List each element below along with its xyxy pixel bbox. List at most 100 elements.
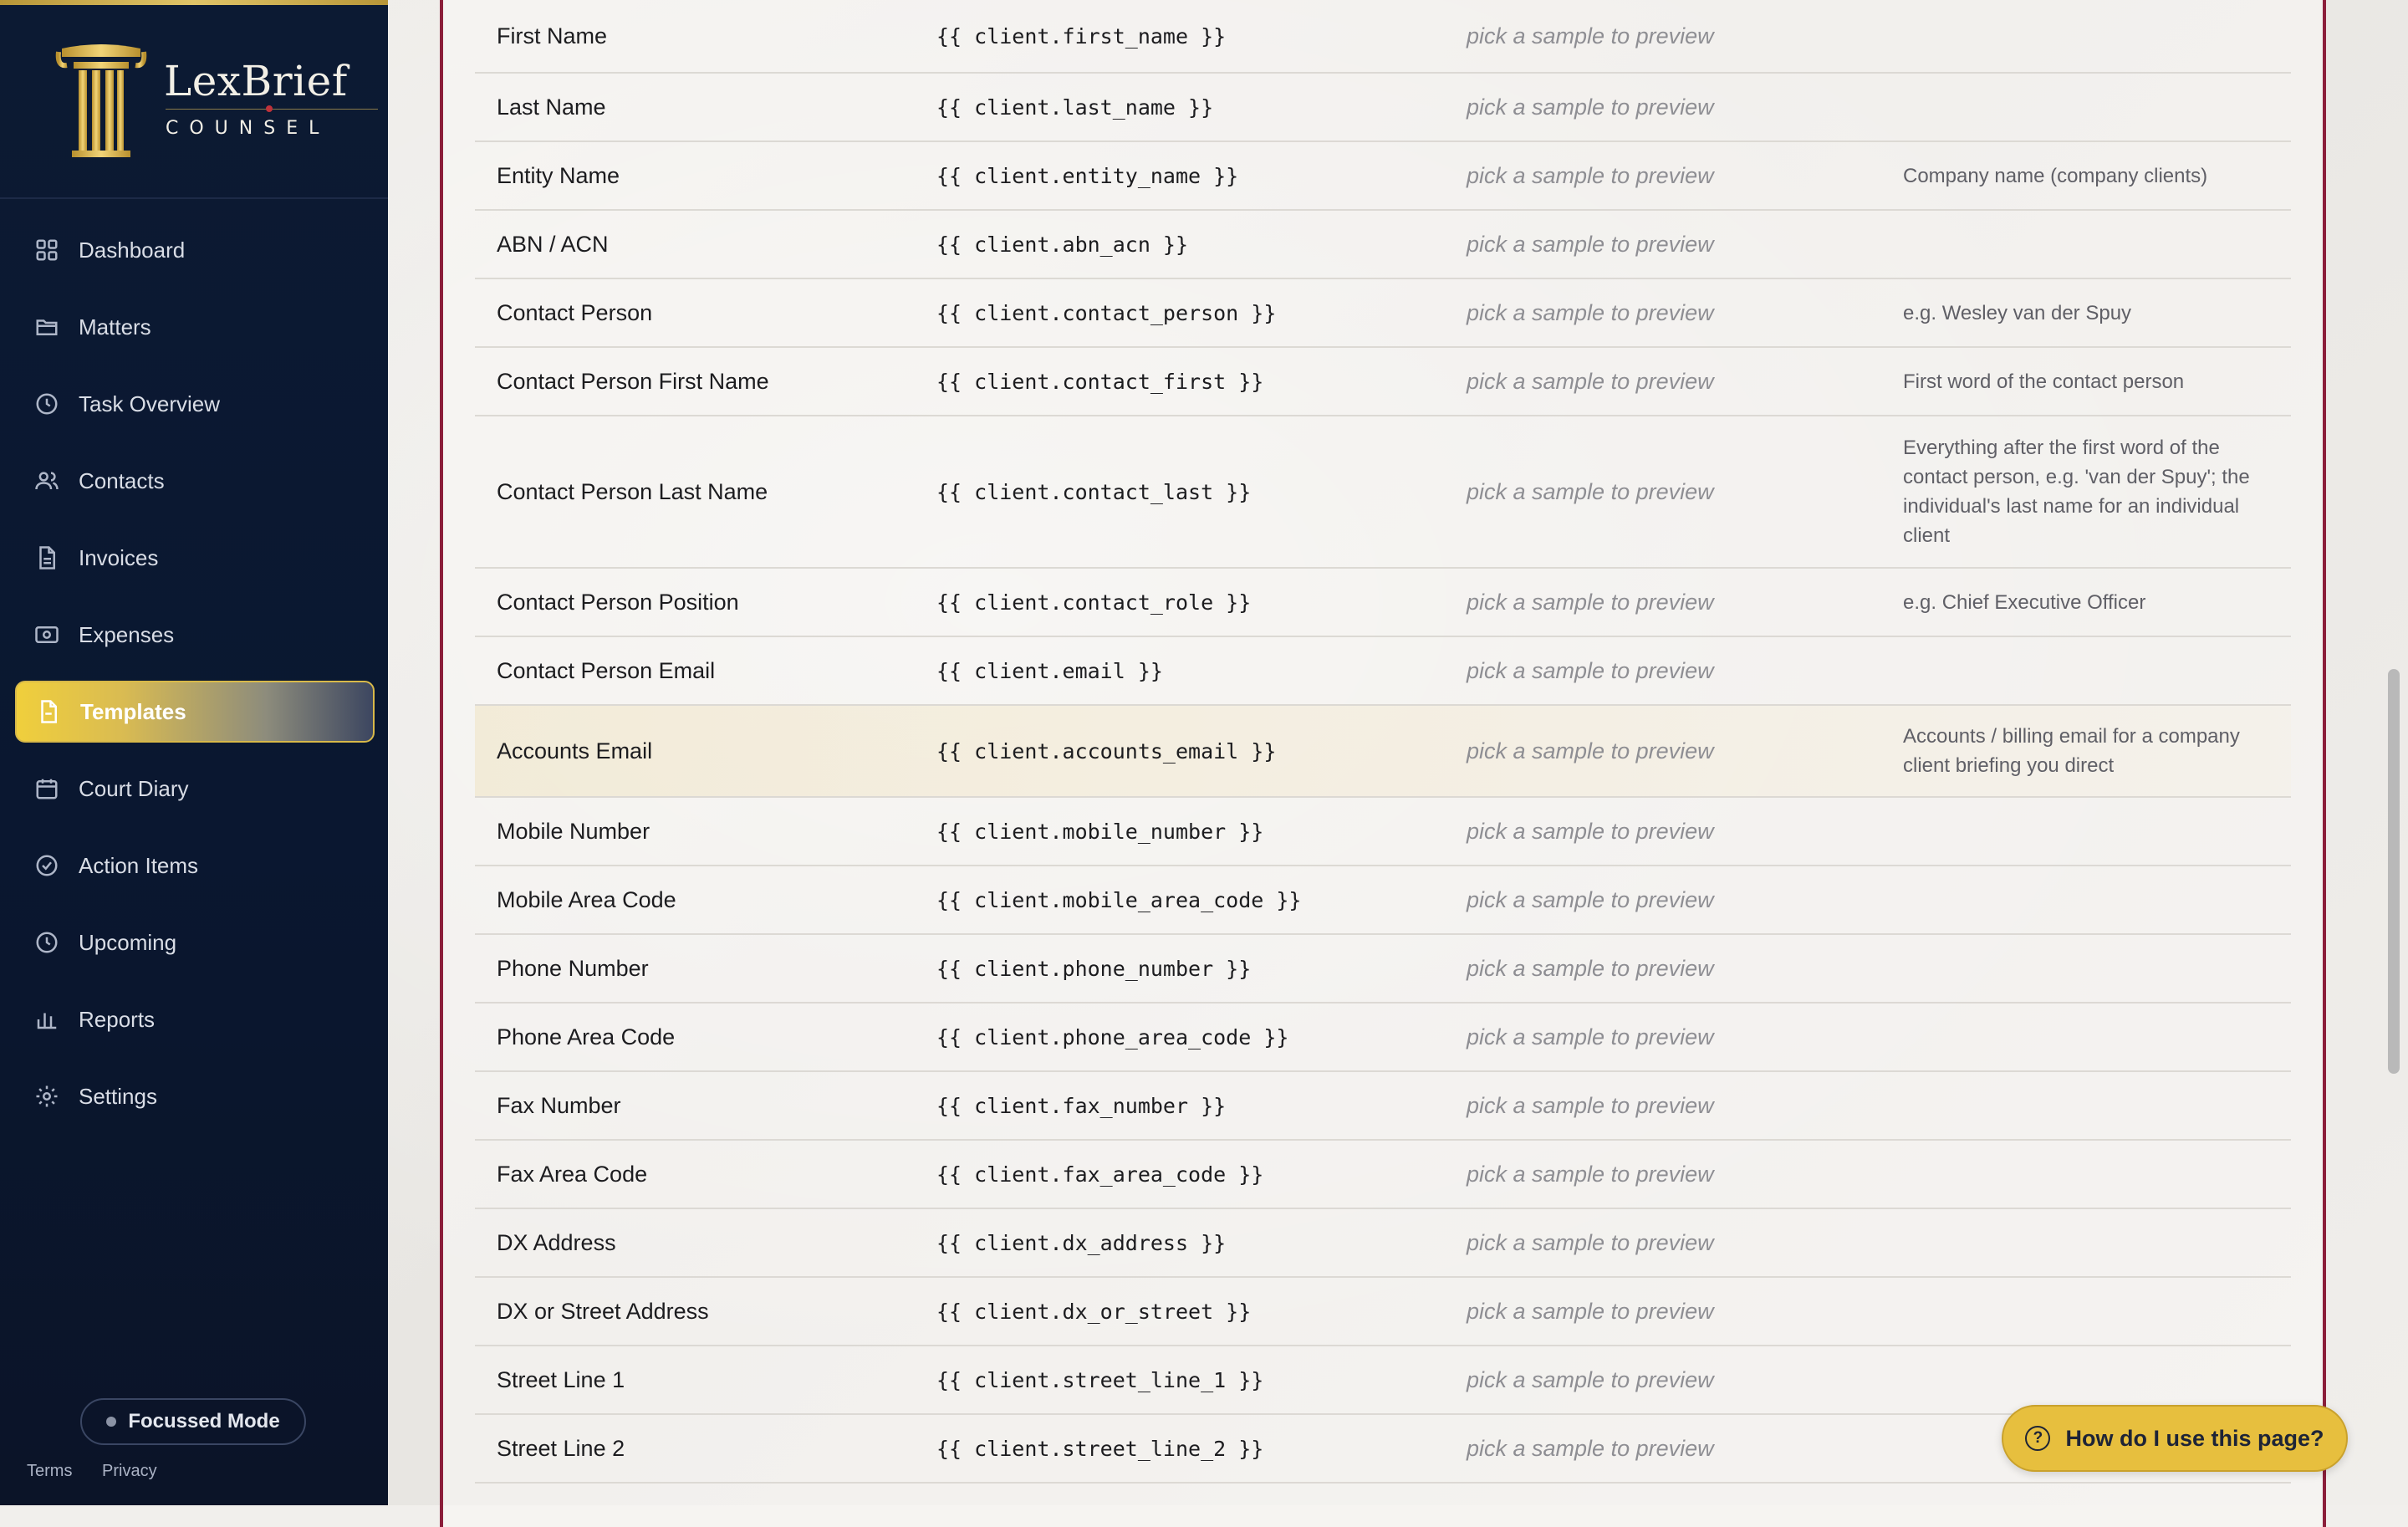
field-name: Contact Person First Name <box>497 368 769 394</box>
brand-dot <box>266 105 273 112</box>
field-variable[interactable]: {{ client.contact_first }} <box>911 370 1457 394</box>
field-variable[interactable]: {{ client.street_line_1 }} <box>911 1368 1457 1392</box>
sidebar-nav: Dashboard Matters Task Overview Contacts… <box>15 219 375 1142</box>
field-variable[interactable]: {{ client.phone_area_code }} <box>911 1025 1457 1049</box>
banknote-icon <box>33 621 60 648</box>
sidebar-item-label: Settings <box>79 1083 157 1109</box>
privacy-link[interactable]: Privacy <box>102 1462 157 1480</box>
field-variable[interactable]: {{ client.contact_person }} <box>911 301 1457 325</box>
field-name: Last Name <box>497 94 606 120</box>
field-name: ABN / ACN <box>497 231 609 257</box>
table-row: ABN / ACN {{ client.abn_acn }} pick a sa… <box>475 211 2291 279</box>
field-variable[interactable]: {{ client.mobile_number }} <box>911 820 1457 844</box>
vertical-scrollbar-thumb[interactable] <box>2388 669 2400 1074</box>
sidebar-item-action-items[interactable]: Action Items <box>15 835 375 896</box>
table-row: Entity Name {{ client.entity_name }} pic… <box>475 142 2291 211</box>
help-button-label: How do I use this page? <box>2065 1425 2324 1451</box>
field-variable[interactable]: {{ client.contact_last }} <box>911 480 1457 504</box>
sidebar-item-settings[interactable]: Settings <box>15 1065 375 1127</box>
main-content: First Name {{ client.first_name }} pick … <box>388 0 2408 1527</box>
brand-logo[interactable]: LexBrief COUNSEL <box>55 42 378 167</box>
field-name: Phone Number <box>497 955 649 981</box>
file-icon <box>35 698 62 725</box>
field-variable[interactable]: {{ client.accounts_email }} <box>911 739 1457 764</box>
field-variable[interactable]: {{ client.dx_or_street }} <box>911 1300 1457 1324</box>
table-row: Phone Area Code {{ client.phone_area_cod… <box>475 1004 2291 1072</box>
table-row: Contact Person Email {{ client.email }} … <box>475 637 2291 706</box>
field-name: Street Line 2 <box>497 1435 625 1461</box>
field-preview: pick a sample to preview <box>1467 1092 1714 1118</box>
field-variable[interactable]: {{ client.first_name }} <box>911 24 1457 49</box>
table-row: Phone Number {{ client.phone_number }} p… <box>475 935 2291 1004</box>
sidebar-item-label: Reports <box>79 1006 156 1032</box>
field-variable[interactable]: {{ client.last_name }} <box>911 95 1457 120</box>
sidebar: LexBrief COUNSEL Dashboard Matters Task … <box>0 0 388 1505</box>
sidebar-item-expenses[interactable]: Expenses <box>15 604 375 666</box>
field-variable[interactable]: {{ client.street_line_2 }} <box>911 1437 1457 1461</box>
sidebar-item-label: Upcoming <box>79 929 177 955</box>
sidebar-item-court-diary[interactable]: Court Diary <box>15 758 375 820</box>
bar-chart-icon <box>33 1006 60 1033</box>
users-icon <box>33 467 60 494</box>
sidebar-item-label: Court Diary <box>79 775 189 801</box>
field-variable[interactable]: {{ client.phone_number }} <box>911 957 1457 981</box>
clock-icon <box>33 391 60 417</box>
sidebar-item-dashboard[interactable]: Dashboard <box>15 219 375 281</box>
brand-name: LexBrief <box>164 57 348 105</box>
table-row: Contact Person Position {{ client.contac… <box>475 569 2291 637</box>
field-variable[interactable]: {{ client.contact_role }} <box>911 590 1457 615</box>
table-row: Fax Area Code {{ client.fax_area_code }}… <box>475 1141 2291 1209</box>
field-name: Fax Area Code <box>497 1161 648 1187</box>
field-variable[interactable]: {{ client.fax_number }} <box>911 1094 1457 1118</box>
field-preview: pick a sample to preview <box>1467 1298 1714 1324</box>
field-preview: pick a sample to preview <box>1467 1161 1714 1187</box>
field-note: Company name (company clients) <box>1903 164 2208 187</box>
focussed-mode-button[interactable]: Focussed Mode <box>80 1398 306 1445</box>
sidebar-item-matters[interactable]: Matters <box>15 296 375 358</box>
sidebar-item-reports[interactable]: Reports <box>15 988 375 1050</box>
field-preview: pick a sample to preview <box>1467 1024 1714 1049</box>
sidebar-item-invoices[interactable]: Invoices <box>15 527 375 589</box>
field-note: Accounts / billing email for a company c… <box>1903 725 2240 777</box>
footer-links: Terms Privacy <box>27 1462 182 1481</box>
sidebar-item-upcoming[interactable]: Upcoming <box>15 912 375 973</box>
table-row: Mobile Area Code {{ client.mobile_area_c… <box>475 866 2291 935</box>
field-note: First word of the contact person <box>1903 370 2185 393</box>
field-variable[interactable]: {{ client.entity_name }} <box>911 164 1457 188</box>
field-variable[interactable]: {{ client.mobile_area_code }} <box>911 888 1457 912</box>
calendar-icon <box>33 775 60 802</box>
sidebar-item-contacts[interactable]: Contacts <box>15 450 375 512</box>
question-icon: ? <box>2025 1426 2051 1451</box>
status-dot <box>106 1417 117 1427</box>
field-name: Mobile Area Code <box>497 886 676 912</box>
field-name: Contact Person <box>497 299 653 325</box>
sidebar-item-label: Invoices <box>79 544 159 570</box>
field-preview: pick a sample to preview <box>1467 94 1714 120</box>
sidebar-divider <box>0 197 388 199</box>
check-circle-icon <box>33 852 60 879</box>
field-name: Fax Number <box>497 1092 621 1118</box>
sidebar-item-label: Dashboard <box>79 237 186 263</box>
folder-icon <box>33 314 60 340</box>
field-preview: pick a sample to preview <box>1467 589 1714 615</box>
pillar-logo-icon <box>55 44 147 157</box>
field-variable[interactable]: {{ client.abn_acn }} <box>911 232 1457 257</box>
field-variable[interactable]: {{ client.email }} <box>911 659 1457 683</box>
dashboard-icon <box>33 237 60 263</box>
sidebar-item-task-overview[interactable]: Task Overview <box>15 373 375 435</box>
field-name: DX or Street Address <box>497 1298 709 1324</box>
terms-link[interactable]: Terms <box>27 1462 72 1480</box>
sidebar-item-label: Matters <box>79 314 151 340</box>
field-preview: pick a sample to preview <box>1467 1435 1714 1461</box>
table-row: Fax Number {{ client.fax_number }} pick … <box>475 1072 2291 1141</box>
help-button[interactable]: ? How do I use this page? <box>2002 1405 2348 1472</box>
field-name: Contact Person Email <box>497 657 716 683</box>
field-preview: pick a sample to preview <box>1467 955 1714 981</box>
table-row: Street Line 1 {{ client.street_line_1 }}… <box>475 1346 2291 1415</box>
field-preview: pick a sample to preview <box>1467 368 1714 394</box>
sidebar-item-label: Task Overview <box>79 391 221 416</box>
field-note: Everything after the first word of the c… <box>1903 437 2250 547</box>
sidebar-item-templates[interactable]: Templates <box>15 681 375 743</box>
field-variable[interactable]: {{ client.dx_address }} <box>911 1231 1457 1255</box>
field-variable[interactable]: {{ client.fax_area_code }} <box>911 1162 1457 1187</box>
